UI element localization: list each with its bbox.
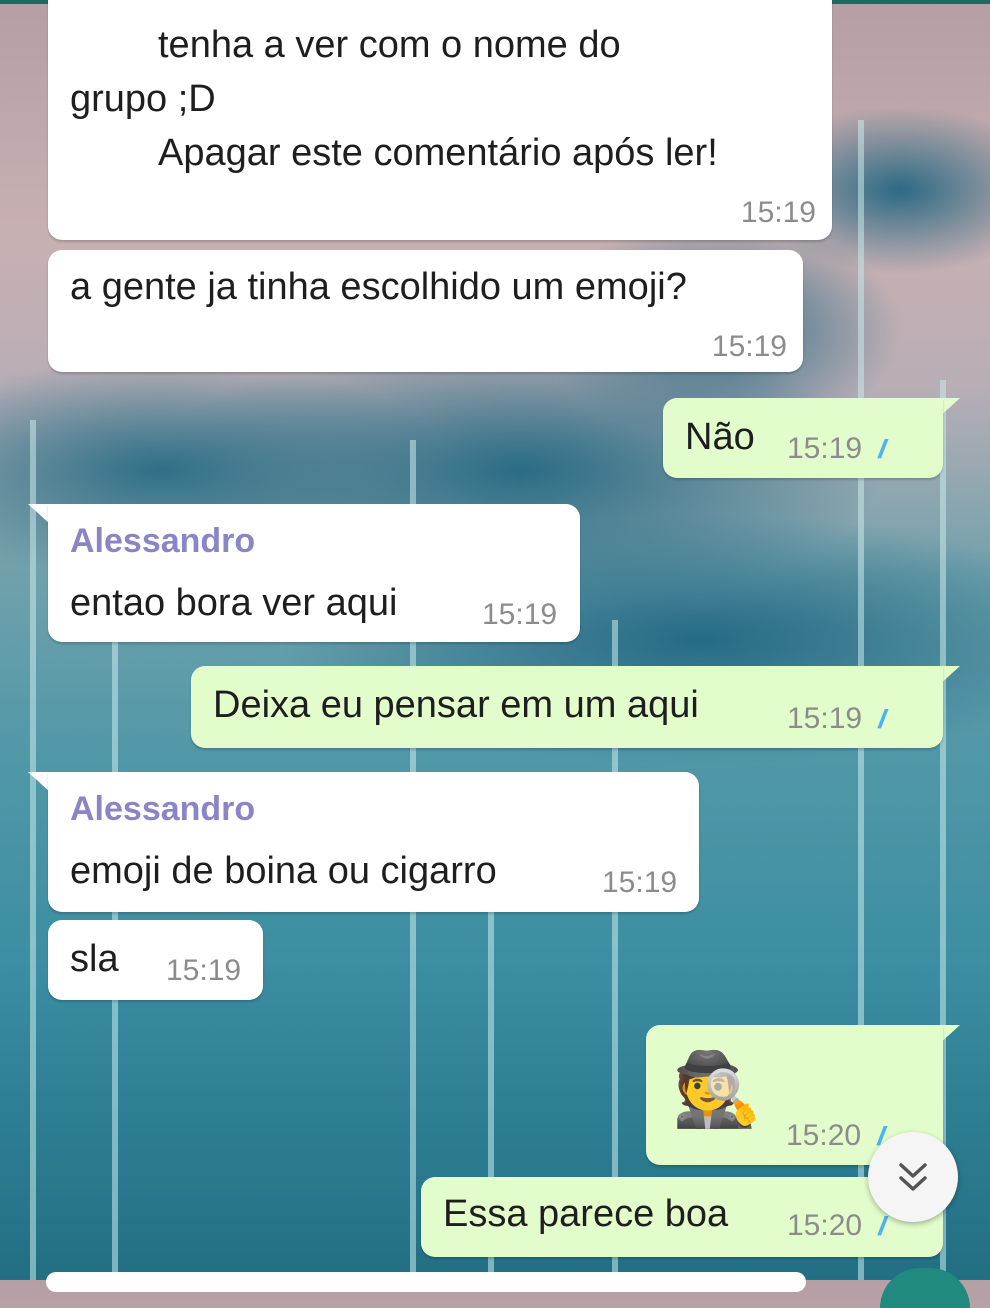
- message-text: emoji de boina ou cigarro: [70, 850, 497, 892]
- bubble-tail: [28, 772, 50, 792]
- message-timestamp: 15:19: [602, 866, 678, 899]
- message-text: a gente ja tinha escolhido um emoji?: [70, 266, 687, 308]
- detective-emoji-icon: 🕵️: [672, 1050, 762, 1130]
- message-timestamp: 15:20: [787, 1209, 863, 1242]
- message-bubble-incoming[interactable]: a gente ja tinha escolhido um emoji? 15:…: [48, 250, 803, 372]
- message-bubble-incoming[interactable]: tenha a ver com o nome do grupo ;D Apaga…: [48, 0, 832, 240]
- message-bubble-incoming[interactable]: Alessandro emoji de boina ou cigarro 15:…: [48, 772, 699, 912]
- sender-name[interactable]: Alessandro: [70, 522, 255, 561]
- message-bubble-outgoing[interactable]: Essa parece boa 15:20 //: [421, 1177, 943, 1257]
- message-text: grupo ;D: [70, 78, 216, 120]
- send-button[interactable]: [880, 1268, 970, 1308]
- message-text: sla: [70, 938, 119, 980]
- message-text: Apagar este comentário após ler!: [158, 132, 718, 174]
- scroll-to-bottom-button[interactable]: [868, 1132, 958, 1222]
- message-bubble-incoming[interactable]: sla 15:19: [48, 920, 263, 1000]
- message-bubble-outgoing[interactable]: Deixa eu pensar em um aqui 15:19 //: [191, 666, 943, 748]
- message-timestamp: 15:19: [482, 598, 558, 631]
- message-timestamp: 15:19: [711, 330, 787, 363]
- message-text: tenha a ver com o nome do: [158, 24, 621, 66]
- wallpaper-stem: [30, 420, 36, 1280]
- message-text: entao bora ver aqui: [70, 582, 398, 624]
- sender-name[interactable]: Alessandro: [70, 790, 255, 829]
- message-timestamp: 15:19: [740, 196, 816, 229]
- message-bubble-incoming[interactable]: Alessandro entao bora ver aqui 15:19: [48, 504, 580, 642]
- message-bubble-outgoing[interactable]: Não 15:19 //: [663, 398, 943, 478]
- chevron-double-down-icon: [899, 1163, 927, 1191]
- message-timestamp: 15:19: [787, 432, 863, 465]
- message-text: Não: [685, 416, 755, 458]
- message-text: Essa parece boa: [443, 1193, 729, 1235]
- message-timestamp: 15:19: [787, 702, 863, 735]
- message-input-bar[interactable]: [46, 1272, 806, 1292]
- message-timestamp: 15:20: [786, 1119, 862, 1152]
- message-text: Deixa eu pensar em um aqui: [213, 684, 699, 726]
- bubble-tail: [28, 504, 50, 524]
- message-timestamp: 15:19: [166, 954, 242, 987]
